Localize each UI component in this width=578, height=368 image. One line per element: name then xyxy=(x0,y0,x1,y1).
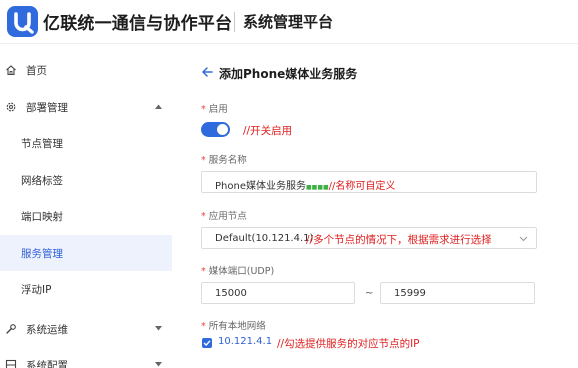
port-range-separator: ~ xyxy=(365,288,374,299)
brand-title: 亿联统一通信与协作平台 xyxy=(43,14,233,34)
main-panel: 添加Phone媒体业务服务 * 启用 //开关启用 * 服务名称 Phone媒体业务… xyxy=(184,52,578,368)
logo-icon xyxy=(7,6,38,37)
sidebar-item-label: 服务管理 xyxy=(21,248,63,260)
sidebar-item-label: 系统配置 xyxy=(26,360,68,368)
system-title: 系统管理平台 xyxy=(243,13,334,31)
sidebar-item-config[interactable]: 系统配置 xyxy=(0,347,172,368)
node-label: * 应用节点 xyxy=(201,208,247,222)
required-mark: * xyxy=(201,266,206,277)
back-arrow-icon[interactable] xyxy=(201,66,213,78)
header-divider xyxy=(234,12,235,32)
ip-option-label[interactable]: 10.121.4.1 xyxy=(218,336,272,347)
annotation-marker: ■■■■ xyxy=(305,184,329,191)
chevron-down-icon xyxy=(519,236,528,242)
required-mark: * xyxy=(201,104,206,115)
sidebar-item-nodes[interactable]: 节点管理 xyxy=(0,125,172,161)
port-start-input[interactable]: 15000 xyxy=(201,282,355,304)
port-start-value: 15000 xyxy=(215,288,247,299)
service-name-label: * 服务名称 xyxy=(201,152,247,166)
sidebar-item-port-mapping[interactable]: 端口映射 xyxy=(0,198,172,234)
chevron-up-icon xyxy=(155,104,162,109)
sidebar-item-services[interactable]: 服务管理 xyxy=(0,235,172,271)
ip-checkbox[interactable] xyxy=(202,338,212,348)
toggle-knob xyxy=(217,124,228,135)
top-header: 亿联统一通信与协作平台 系统管理平台 xyxy=(0,0,578,44)
grid-icon xyxy=(5,359,17,368)
node-select-value: Default(10.121.4.1) xyxy=(215,233,314,244)
sidebar-item-floating-ip[interactable]: 浮动IP xyxy=(0,271,172,307)
service-name-input[interactable]: Phone媒体业务服务■■■■//名称可自定义 xyxy=(201,171,537,193)
required-mark: * xyxy=(201,155,206,166)
enable-annotation: //开关启用 xyxy=(243,125,293,137)
network-label-text: 所有本地网络 xyxy=(208,321,266,332)
port-end-value: 15999 xyxy=(394,288,426,299)
enable-label: * 启用 xyxy=(201,101,228,115)
sidebar: 首页 部署管理 节点管理 网络标签 端口映射 服务管理 浮动IP 系统运维 系统… xyxy=(0,44,172,368)
page-title: 添加Phone媒体业务服务 xyxy=(219,67,358,81)
sidebar-item-label: 端口映射 xyxy=(21,211,63,223)
service-name-value: Phone媒体业务服务 xyxy=(215,181,306,192)
sidebar-item-label: 首页 xyxy=(26,65,47,77)
port-label-text: 媒体端口(UDP) xyxy=(208,266,275,277)
service-name-annotation: //名称可自定义 xyxy=(328,181,396,192)
port-end-input[interactable]: 15999 xyxy=(380,282,535,304)
service-name-label-text: 服务名称 xyxy=(208,155,247,166)
sidebar-item-label: 网络标签 xyxy=(21,175,63,187)
sidebar-item-label: 系统运维 xyxy=(26,324,68,336)
sidebar-item-ops[interactable]: 系统运维 xyxy=(0,311,172,347)
sidebar-item-label: 浮动IP xyxy=(21,284,52,296)
enable-label-text: 启用 xyxy=(208,104,228,115)
chevron-down-icon xyxy=(155,362,162,367)
node-label-text: 应用节点 xyxy=(208,211,247,222)
node-annotation: //多个节点的情况下，根据需求进行选择 xyxy=(306,234,492,246)
check-icon xyxy=(203,340,211,346)
sidebar-item-deploy[interactable]: 部署管理 xyxy=(0,89,172,125)
sidebar-item-label: 部署管理 xyxy=(26,102,68,114)
required-mark: * xyxy=(201,321,206,332)
gear-icon xyxy=(6,102,16,112)
chevron-down-icon xyxy=(155,326,162,331)
sidebar-item-label: 节点管理 xyxy=(21,138,63,150)
port-label: * 媒体端口(UDP) xyxy=(201,263,274,277)
enable-toggle[interactable] xyxy=(201,122,230,137)
app-window: 亿联统一通信与协作平台 系统管理平台 首页 部署管理 节点管理 网络标签 端口映… xyxy=(0,0,578,368)
wrench-icon xyxy=(6,324,16,334)
sidebar-item-home[interactable]: 首页 xyxy=(0,52,172,88)
network-annotation: //勾选提供服务的对应节点的IP xyxy=(277,338,420,350)
required-mark: * xyxy=(201,211,206,222)
network-label: * 所有本地网络 xyxy=(201,318,266,332)
home-icon xyxy=(6,65,16,76)
sidebar-item-network-tags[interactable]: 网络标签 xyxy=(0,162,172,198)
